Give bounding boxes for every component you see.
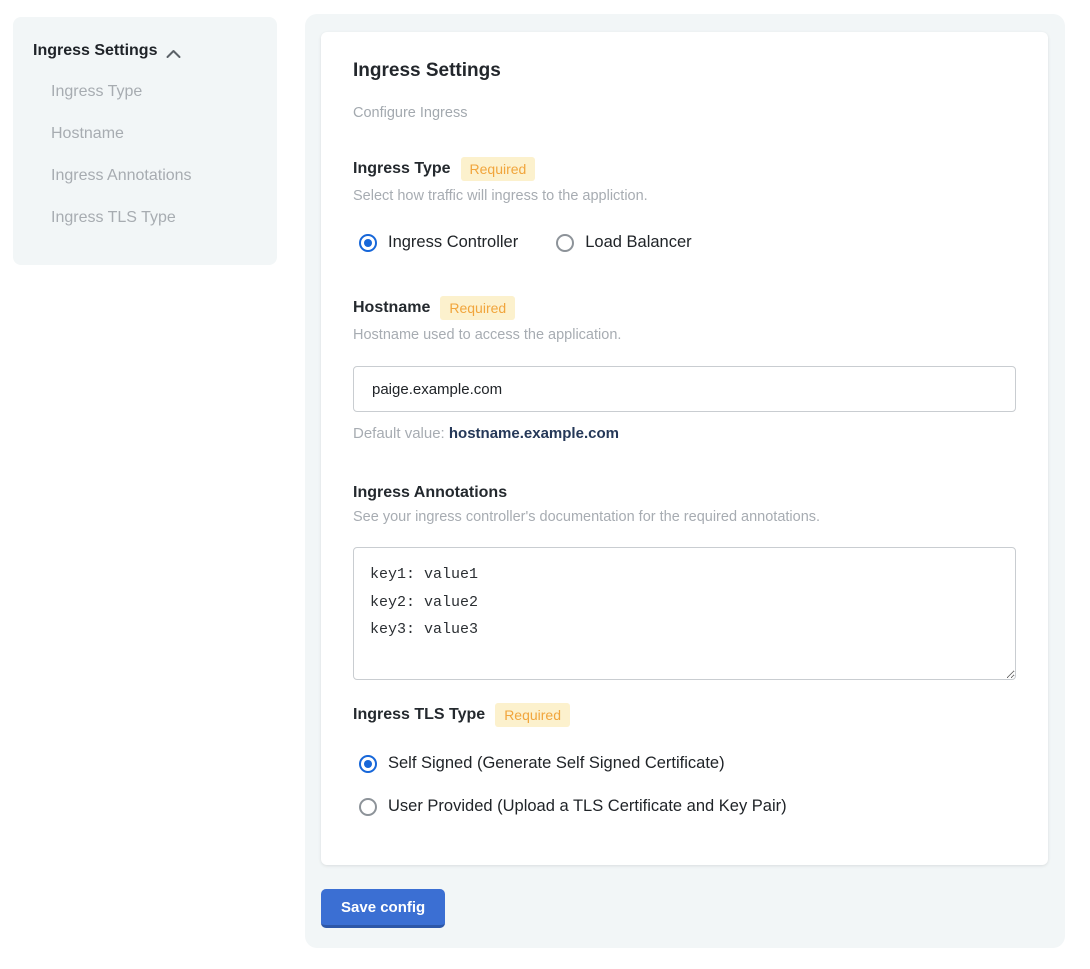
radio-label: Ingress Controller [388, 233, 518, 252]
radio-label: Load Balancer [585, 233, 691, 252]
radio-label: User Provided (Upload a TLS Certificate … [388, 797, 787, 816]
ingress-type-radio-group: Ingress Controller Load Balancer [353, 233, 1016, 252]
required-badge: Required [440, 296, 515, 320]
hostname-section: Hostname Required Hostname used to acces… [353, 296, 1016, 442]
hostname-label: Hostname [353, 299, 430, 317]
tls-type-section: Ingress TLS Type Required Self Signed (G… [353, 703, 1016, 816]
ingress-type-help: Select how traffic will ingress to the a… [353, 188, 1016, 204]
tls-type-label: Ingress TLS Type [353, 706, 485, 724]
radio-icon [359, 755, 377, 773]
sidebar-item-hostname[interactable]: Hostname [33, 113, 257, 155]
sidebar-nav-list: Ingress Type Hostname Ingress Annotation… [33, 71, 257, 239]
ingress-settings-card: Ingress Settings Configure Ingress Ingre… [321, 32, 1048, 865]
chevron-up-icon [166, 46, 181, 56]
sidebar-section-title: Ingress Settings [33, 42, 157, 60]
annotations-section: Ingress Annotations See your ingress con… [353, 484, 1016, 680]
radio-icon [359, 234, 377, 252]
annotations-help: See your ingress controller's documentat… [353, 509, 1016, 525]
radio-icon [556, 234, 574, 252]
radio-label: Self Signed (Generate Self Signed Certif… [388, 754, 725, 773]
sidebar-item-ingress-annotations[interactable]: Ingress Annotations [33, 155, 257, 197]
save-config-button[interactable]: Save config [321, 889, 445, 928]
sidebar-section-toggle[interactable]: Ingress Settings [33, 42, 257, 60]
sidebar-item-ingress-type[interactable]: Ingress Type [33, 71, 257, 113]
radio-option-load-balancer[interactable]: Load Balancer [556, 233, 691, 252]
page-subtitle: Configure Ingress [353, 105, 1016, 121]
radio-icon [359, 798, 377, 816]
sidebar-item-ingress-tls-type[interactable]: Ingress TLS Type [33, 197, 257, 239]
hostname-help: Hostname used to access the application. [353, 327, 1016, 343]
required-badge: Required [461, 157, 536, 181]
page-title: Ingress Settings [353, 60, 1016, 82]
ingress-type-label: Ingress Type [353, 160, 451, 178]
settings-panel: Ingress Settings Configure Ingress Ingre… [305, 14, 1065, 948]
default-value-prefix: Default value: [353, 425, 449, 442]
default-value-text: hostname.example.com [449, 425, 619, 442]
radio-option-self-signed[interactable]: Self Signed (Generate Self Signed Certif… [359, 754, 1016, 773]
annotations-label: Ingress Annotations [353, 484, 507, 502]
settings-sidebar: Ingress Settings Ingress Type Hostname I… [13, 17, 277, 265]
annotations-textarea[interactable]: key1: value1 key2: value2 key3: value3 [353, 547, 1016, 680]
radio-option-user-provided[interactable]: User Provided (Upload a TLS Certificate … [359, 797, 1016, 816]
ingress-type-section: Ingress Type Required Select how traffic… [353, 157, 1016, 252]
tls-type-radio-group: Self Signed (Generate Self Signed Certif… [353, 754, 1016, 816]
hostname-input[interactable] [353, 366, 1016, 412]
hostname-default-value: Default value: hostname.example.com [353, 425, 1016, 442]
required-badge: Required [495, 703, 570, 727]
radio-option-ingress-controller[interactable]: Ingress Controller [359, 233, 518, 252]
